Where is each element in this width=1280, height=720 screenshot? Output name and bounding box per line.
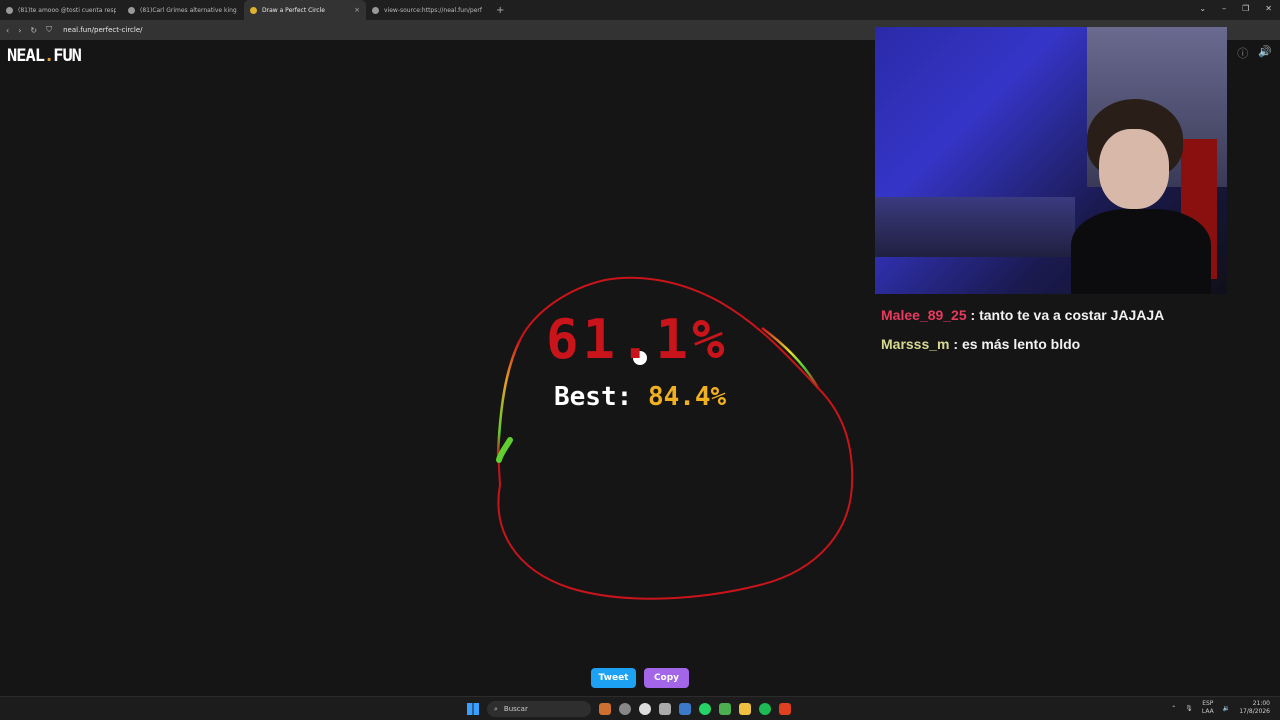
chat-separator: : bbox=[953, 336, 959, 352]
webcam-overlay bbox=[875, 27, 1227, 294]
widgets-icon[interactable] bbox=[599, 703, 611, 715]
taskbar-clock[interactable]: 21:00 17/8/2026 bbox=[1239, 700, 1270, 716]
reload-icon[interactable]: ↻ bbox=[30, 26, 37, 35]
chat-message: Malee_89_25 : tanto te va a costar JAJAJ… bbox=[881, 307, 1164, 323]
tab-title: view-source:https://neal.fun/perfect- bbox=[384, 6, 482, 14]
tab-title: Draw a Perfect Circle bbox=[262, 6, 325, 14]
minimize-button[interactable]: – bbox=[1222, 4, 1226, 13]
tab-search-icon[interactable]: ⌄ bbox=[1199, 4, 1206, 13]
spotify-icon[interactable] bbox=[759, 703, 771, 715]
microphone-icon[interactable]: 🎙 bbox=[1185, 705, 1193, 712]
chat-text: tanto te va a costar JAJAJA bbox=[979, 307, 1165, 323]
tab-tosti[interactable]: (81)te amooo @tosti cuenta respaldo bbox=[0, 0, 122, 20]
streamer-face bbox=[1099, 129, 1169, 209]
close-tab-icon[interactable]: × bbox=[354, 6, 360, 14]
lang-layout: LAA bbox=[1201, 708, 1214, 715]
language-indicator[interactable]: ESP LAA bbox=[1202, 700, 1214, 716]
chat-separator: : bbox=[970, 307, 976, 323]
lang-code: ESP bbox=[1202, 700, 1214, 707]
neal-fun-icon bbox=[250, 6, 257, 14]
whatsapp-icon[interactable] bbox=[699, 703, 711, 715]
best-score: Best: 84.4% bbox=[554, 382, 726, 412]
volume-icon[interactable]: 🔉 bbox=[1223, 705, 1230, 712]
taskbar-apps: ⌕ Buscar bbox=[467, 701, 791, 717]
back-icon[interactable]: ‹ bbox=[6, 26, 9, 35]
task-view-icon[interactable] bbox=[619, 703, 631, 715]
tab-perfect-circle[interactable]: Draw a Perfect Circle × bbox=[244, 0, 366, 20]
new-tab-button[interactable]: + bbox=[496, 5, 504, 16]
stream-chat: Malee_89_25 : tanto te va a costar JAJAJ… bbox=[881, 307, 1164, 365]
globe-icon bbox=[372, 6, 379, 14]
file-explorer-icon[interactable] bbox=[739, 703, 751, 715]
chat-username: Malee_89_25 bbox=[881, 307, 967, 323]
chat-username: Marsss_m bbox=[881, 336, 950, 352]
search-placeholder: Buscar bbox=[503, 705, 528, 713]
search-icon: ⌕ bbox=[494, 704, 498, 713]
copy-button[interactable]: Copy bbox=[644, 668, 689, 688]
chat-text: es más lento bldo bbox=[961, 336, 1081, 352]
minecraft-icon[interactable] bbox=[719, 703, 731, 715]
restore-button[interactable]: ❐ bbox=[1242, 4, 1249, 13]
window-controls: ⌄ – ❐ ✕ bbox=[1199, 4, 1272, 13]
tiktok-icon bbox=[128, 6, 135, 14]
calculator-icon[interactable] bbox=[659, 703, 671, 715]
drawing-tail bbox=[496, 437, 513, 463]
browser-tab-bar: (81)te amooo @tosti cuenta respaldo (81)… bbox=[0, 0, 1280, 20]
best-value: 84.4% bbox=[647, 382, 727, 412]
clock-date: 17/8/2026 bbox=[1239, 708, 1270, 715]
best-label: Best: bbox=[554, 382, 633, 412]
close-window-button[interactable]: ✕ bbox=[1265, 4, 1272, 13]
forward-icon[interactable]: › bbox=[18, 26, 21, 35]
tab-view-source[interactable]: view-source:https://neal.fun/perfect- bbox=[366, 0, 488, 20]
bookmark-icon[interactable]: ⛉ bbox=[46, 25, 52, 35]
tiktok-icon bbox=[6, 6, 13, 14]
tray-overflow-icon[interactable]: ⌃ bbox=[1171, 705, 1176, 712]
url-field[interactable]: neal.fun/perfect-circle/ bbox=[63, 26, 142, 34]
windows-taskbar: ⌕ Buscar ⌃ 🎙 ESP LAA 🔉 21:00 17/8/2026 bbox=[0, 696, 1280, 720]
brave-browser-icon[interactable] bbox=[779, 703, 791, 715]
system-tray: ⌃ 🎙 ESP LAA 🔉 21:00 17/8/2026 bbox=[1171, 700, 1270, 716]
streamer-figure bbox=[1071, 99, 1217, 294]
streamer-body bbox=[1071, 209, 1211, 294]
tab-title: (81)te amooo @tosti cuenta respaldo bbox=[18, 6, 116, 14]
chat-message: Marsss_m : es más lento bldo bbox=[881, 336, 1164, 352]
github-icon[interactable] bbox=[639, 703, 651, 715]
tab-title: (81)Carl Grimes alternative king coup bbox=[140, 6, 238, 14]
taskbar-search[interactable]: ⌕ Buscar bbox=[487, 701, 591, 717]
webcam-bed bbox=[875, 197, 1075, 257]
clock-time: 21:00 bbox=[1252, 700, 1270, 707]
windows-start-icon[interactable] bbox=[467, 703, 479, 715]
tweet-button[interactable]: Tweet bbox=[591, 668, 636, 688]
score-percentage: 61.1% bbox=[546, 308, 729, 371]
steam-icon[interactable] bbox=[679, 703, 691, 715]
tab-carl-grimes[interactable]: (81)Carl Grimes alternative king coup bbox=[122, 0, 244, 20]
